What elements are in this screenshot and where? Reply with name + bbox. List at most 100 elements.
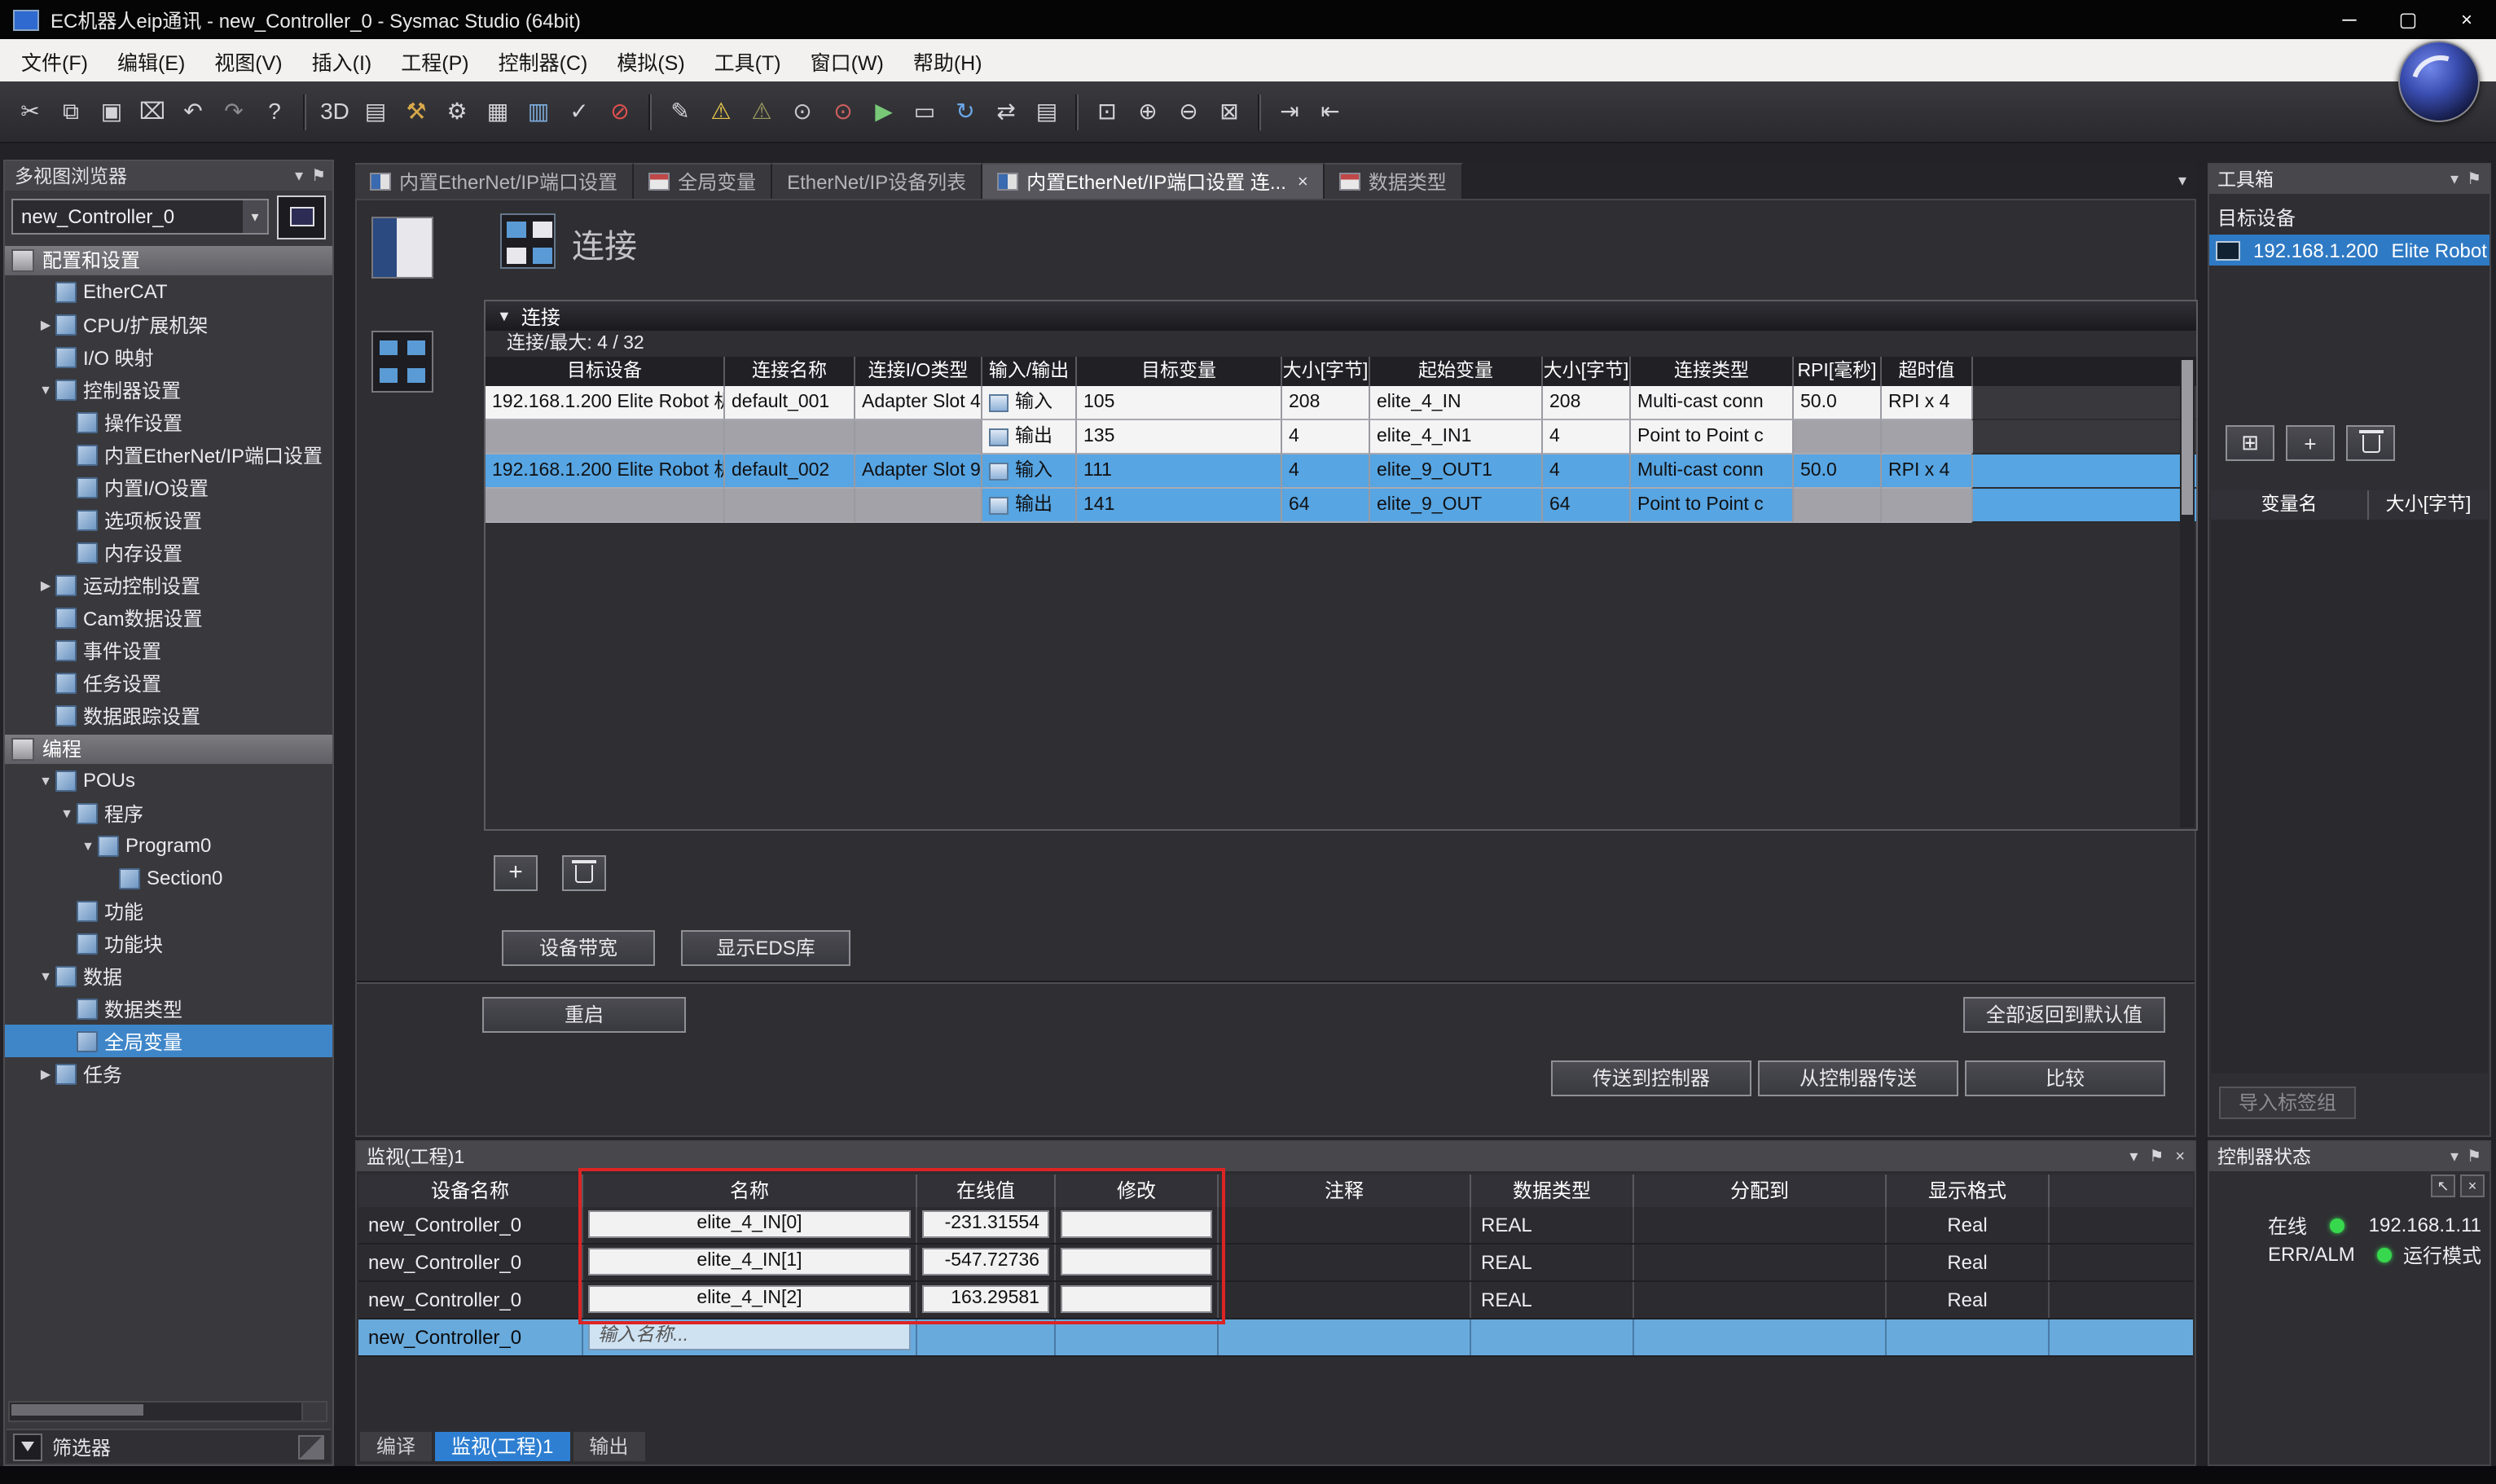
3d-view-icon[interactable]: 3D — [314, 91, 355, 132]
tree-item[interactable]: 数据类型 — [5, 992, 332, 1025]
expander-icon[interactable]: ▶ — [36, 577, 55, 592]
tree-item[interactable]: 事件设置 — [5, 634, 332, 666]
minimize-button[interactable]: ─ — [2320, 0, 2379, 39]
variable-name-field[interactable]: elite_4_IN[1] — [588, 1248, 911, 1275]
view-switch-button[interactable] — [277, 195, 326, 239]
connection-row[interactable]: 192.168.1.200 Elite Robot 机 default_002 … — [486, 454, 2196, 489]
build-icon[interactable]: ⚙ — [437, 91, 477, 132]
scrollbar-thumb[interactable] — [11, 1404, 143, 1416]
tree-item[interactable]: 功能块 — [5, 927, 332, 959]
tab-close-icon[interactable]: × — [1298, 172, 1308, 191]
tree-item[interactable]: 操作设置 — [5, 406, 332, 438]
connection-section-bar[interactable]: ▼ 连接 — [486, 301, 2196, 331]
tree-item[interactable]: 全局变量 — [5, 1025, 332, 1057]
pin-icon[interactable]: ⚑ — [2467, 1148, 2481, 1166]
tree-item[interactable]: 任务设置 — [5, 666, 332, 699]
expander-icon[interactable]: ▼ — [78, 838, 98, 853]
tree-item[interactable]: ▼ 控制器设置 — [5, 373, 332, 406]
maximize-button[interactable]: ▢ — [2379, 0, 2437, 39]
transfer-from-controller-button[interactable]: 从控制器传送 — [1758, 1060, 1958, 1096]
tree-item[interactable]: ▶ CPU/扩展机架 — [5, 308, 332, 340]
editor-tab[interactable]: 内置EtherNet/IP端口设置 连... × — [982, 163, 1325, 199]
dropdown-icon[interactable]: ▾ — [2129, 1148, 2138, 1166]
bottom-tab[interactable]: 输出 — [573, 1432, 644, 1461]
horizontal-scrollbar[interactable] — [8, 1401, 303, 1422]
variable-list[interactable] — [2211, 520, 2488, 1073]
expander-icon[interactable]: ▼ — [36, 382, 55, 397]
connection-row[interactable]: 输出 135 4 elite_4_IN1 4 Point to Point c — [486, 420, 2196, 454]
scrollbar-thumb[interactable] — [2182, 360, 2193, 515]
vertical-scrollbar[interactable] — [2180, 360, 2195, 828]
connection-view-tile-icon[interactable] — [371, 331, 433, 393]
tree-item[interactable]: ▼ POUs — [5, 764, 332, 797]
watch-row[interactable]: new_Controller_0 elite_4_IN[0] -231.3155… — [358, 1207, 2193, 1245]
menu-item[interactable]: 插入(I) — [297, 45, 387, 76]
dropdown-icon[interactable]: ▾ — [2450, 170, 2459, 188]
variable-name-field[interactable]: elite_4_IN[0] — [588, 1210, 911, 1238]
expander-icon[interactable]: ▶ — [36, 317, 55, 331]
menu-item[interactable]: 控制器(C) — [484, 45, 603, 76]
editor-tab[interactable]: 全局变量 × — [634, 163, 772, 199]
section-programming[interactable]: 编程 — [5, 735, 332, 764]
device-bandwidth-button[interactable]: 设备带宽 — [502, 930, 655, 966]
wrench-icon[interactable]: ⚒ — [396, 91, 437, 132]
close-button[interactable]: × — [2437, 0, 2496, 39]
check-all-programs-icon[interactable]: ⚠ — [701, 91, 741, 132]
zoom-in-icon[interactable]: ⊕ — [1127, 91, 1168, 132]
delete-connection-button[interactable] — [562, 855, 606, 891]
rebuild-icon[interactable]: ✎ — [660, 91, 701, 132]
modify-value-field[interactable] — [1061, 1285, 1212, 1313]
add-connection-button[interactable]: + — [494, 855, 538, 891]
tree-item[interactable]: ▼ 程序 — [5, 797, 332, 829]
delete-icon[interactable]: ⌧ — [132, 91, 173, 132]
copy-icon[interactable]: ⧉ — [51, 91, 91, 132]
device-view-tile-icon[interactable] — [371, 217, 433, 279]
watch-row[interactable]: new_Controller_0 elite_4_IN[2] 163.29581… — [358, 1282, 2193, 1319]
editor-tab[interactable]: 数据类型 × — [1325, 163, 1463, 199]
stop-icon[interactable]: ⊘ — [600, 91, 640, 132]
menu-item[interactable]: 工具(T) — [700, 45, 796, 76]
run-icon[interactable]: ▶ — [863, 91, 904, 132]
expander-icon[interactable]: ▶ — [36, 1066, 55, 1081]
collapse-icon[interactable]: ▼ — [497, 308, 512, 324]
pin-icon[interactable]: ⚑ — [311, 167, 326, 185]
editor-tab[interactable]: EtherNet/IP设备列表 × — [772, 163, 982, 199]
tree-item[interactable]: 内置EtherNet/IP端口设置 — [5, 438, 332, 471]
modify-value-field[interactable] — [1061, 1248, 1212, 1275]
tree-item[interactable]: Section0 — [5, 862, 332, 894]
bottom-tab[interactable]: 编译 — [360, 1432, 432, 1461]
add-tag-set-button[interactable]: ⊞ — [2226, 425, 2274, 461]
dropdown-icon[interactable]: ▾ — [295, 167, 303, 185]
close-icon[interactable]: × — [2460, 1174, 2485, 1197]
tree-item[interactable]: EtherCAT — [5, 275, 332, 308]
zoom-select-icon[interactable]: ⊡ — [1087, 91, 1127, 132]
modify-value-field[interactable] — [1061, 1210, 1212, 1238]
tree-item[interactable]: Cam数据设置 — [5, 601, 332, 634]
tree-item[interactable]: ▶ 任务 — [5, 1057, 332, 1090]
menu-item[interactable]: 工程(P) — [386, 45, 483, 76]
menu-item[interactable]: 视图(V) — [200, 45, 297, 76]
watch-row[interactable]: new_Controller_0 elite_4_IN[1] -547.7273… — [358, 1245, 2193, 1282]
redo-icon[interactable]: ↷ — [213, 91, 254, 132]
zoom-fit-icon[interactable]: ⊠ — [1209, 91, 1250, 132]
transfer-from-controller-icon[interactable]: ⇤ — [1310, 91, 1351, 132]
bottom-tab[interactable]: 监视(工程)1 — [435, 1432, 569, 1461]
transfer-to-controller-icon[interactable]: ⇥ — [1269, 91, 1310, 132]
tab-list-dropdown-icon[interactable]: ▾ — [2169, 172, 2196, 190]
check-selected-programs-icon[interactable]: ⚠ — [741, 91, 782, 132]
menu-item[interactable]: 编辑(E) — [103, 45, 200, 76]
tree-item[interactable]: ▼ Program0 — [5, 829, 332, 862]
window-layout-icon[interactable]: ▤ — [355, 91, 396, 132]
editor-tab[interactable]: 内置EtherNet/IP端口设置 × — [355, 163, 634, 199]
expander-icon[interactable]: ▼ — [36, 773, 55, 788]
tree-item[interactable]: 内置I/O设置 — [5, 471, 332, 503]
pin-icon[interactable]: ⚑ — [2149, 1148, 2164, 1166]
zoom-out-icon[interactable]: ⊖ — [1168, 91, 1209, 132]
find-breakpoint-icon[interactable]: ⊙ — [823, 91, 863, 132]
table-edit-icon[interactable]: ▥ — [518, 91, 559, 132]
paste-icon[interactable]: ▣ — [91, 91, 132, 132]
tree-item[interactable]: 内存设置 — [5, 536, 332, 569]
close-icon[interactable]: × — [2175, 1148, 2185, 1166]
tree-item[interactable]: ▼ 数据 — [5, 959, 332, 992]
delete-variable-button[interactable] — [2346, 425, 2395, 461]
